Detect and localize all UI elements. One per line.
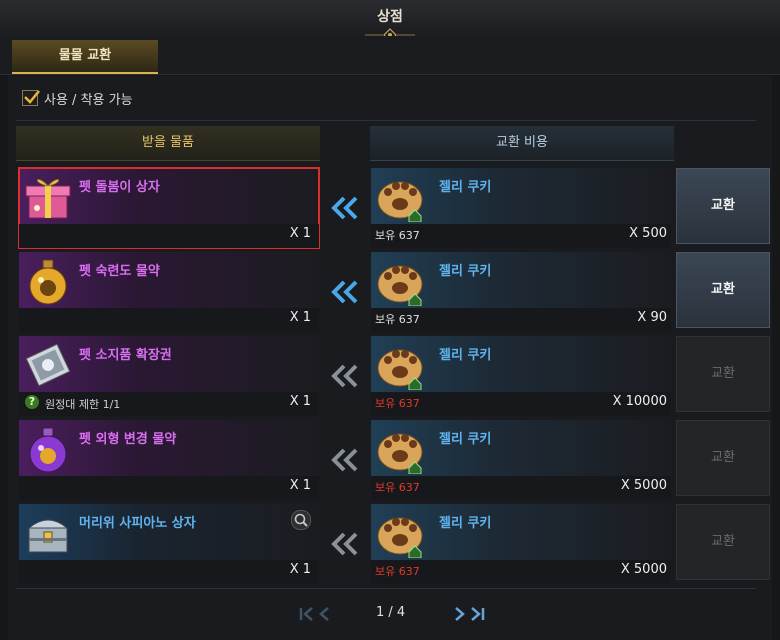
item-name: 머리위 사피아노 상자 [79, 516, 196, 531]
jelly-cookie-icon [377, 265, 423, 306]
jelly-cookie-icon [377, 349, 423, 390]
trade-row: 머리위 사피아노 상자 X 1 젤리 쿠키 보유 637 X 5000 교환 [0, 504, 780, 584]
exchange-button[interactable]: 교환 [676, 420, 770, 496]
item-quantity: X 1 [289, 562, 311, 577]
cost-quantity: X 5000 [620, 562, 667, 577]
checkmark-icon [24, 90, 40, 104]
cost-item-name: 젤리 쿠키 [439, 432, 492, 447]
cost-slot[interactable]: 젤리 쿠키 보유 637 X 10000 [371, 336, 671, 416]
tab-barter[interactable]: 물물 교환 [12, 40, 158, 74]
item-slot[interactable]: 펫 소지품 확장권 ? 원정대 제한 1/1 X 1 [19, 336, 319, 416]
exchange-button[interactable]: 교환 [676, 504, 770, 580]
jelly-cookie-icon [377, 517, 423, 558]
help-icon[interactable]: ? [25, 395, 39, 409]
cost-slot[interactable]: 젤리 쿠키 보유 637 X 5000 [371, 420, 671, 500]
cost-column-header: 교환 비용 [370, 126, 674, 161]
magnifier-icon [294, 513, 308, 527]
cost-slot[interactable]: 젤리 쿠키 보유 637 X 5000 [371, 504, 671, 584]
cost-quantity: X 5000 [620, 478, 667, 493]
double-chevron-left-icon [331, 532, 358, 556]
tab-bar: 물물 교환 [0, 36, 780, 75]
double-chevron-left-icon [331, 280, 358, 304]
owned-count: 보유 637 [375, 397, 420, 410]
cost-item-name: 젤리 쿠키 [439, 348, 492, 363]
owned-count: 보유 637 [375, 229, 420, 242]
preview-button[interactable] [291, 510, 311, 530]
usable-filter-checkbox[interactable] [22, 90, 40, 106]
cost-quantity: X 90 [637, 310, 667, 325]
item-quantity: X 1 [289, 226, 311, 241]
double-chevron-left-icon [331, 196, 358, 220]
jelly-cookie-icon [377, 433, 423, 474]
item-slot[interactable]: 펫 외형 변경 물약 X 1 [19, 420, 319, 500]
item-name: 펫 숙련도 물약 [79, 264, 160, 279]
ticket-icon [25, 343, 71, 387]
double-chevron-left-icon [331, 448, 358, 472]
cost-item-name: 젤리 쿠키 [439, 516, 492, 531]
item-footer [19, 224, 319, 248]
item-quantity: X 1 [289, 310, 311, 325]
shop-window: 상점 물물 교환 사용 / 착용 가능 받을 물품 교환 비용 펫 돌봄이 상자… [0, 0, 780, 640]
owned-count: 보유 637 [375, 565, 420, 578]
double-chevron-left-icon [331, 364, 358, 388]
usable-filter-label: 사용 / 착용 가능 [44, 93, 133, 108]
next-page-icon[interactable] [452, 606, 468, 622]
item-footer [19, 560, 319, 584]
potion-icon [29, 427, 67, 473]
gift-box-icon [25, 179, 71, 219]
chest-icon [27, 519, 69, 553]
owned-count: 보유 637 [375, 313, 420, 326]
owned-count: 보유 637 [375, 481, 420, 494]
trade-row: 펫 소지품 확장권 ? 원정대 제한 1/1 X 1 젤리 쿠키 보유 637 … [0, 336, 780, 416]
limit-label: 원정대 제한 1/1 [45, 398, 121, 411]
item-slot[interactable]: 머리위 사피아노 상자 X 1 [19, 504, 319, 584]
item-slot[interactable]: 펫 숙련도 물약 X 1 [19, 252, 319, 332]
item-slot[interactable]: 펫 돌봄이 상자 X 1 [18, 167, 320, 249]
page-indicator: 1 / 4 [376, 605, 406, 620]
last-page-icon[interactable] [468, 606, 486, 622]
cost-slot[interactable]: 젤리 쿠키 보유 637 X 90 [371, 252, 671, 332]
prev-page-icon[interactable] [316, 606, 332, 622]
exchange-button[interactable]: 교환 [676, 168, 770, 244]
trade-row: 펫 돌봄이 상자 X 1 젤리 쿠키 보유 637 X 500 교환 [0, 167, 780, 249]
title-bar: 상점 [0, 0, 780, 42]
item-name: 펫 외형 변경 물약 [79, 432, 177, 447]
pager-divider [16, 588, 756, 589]
jelly-cookie-icon [377, 181, 423, 222]
cost-item-name: 젤리 쿠키 [439, 264, 492, 279]
item-quantity: X 1 [289, 394, 311, 409]
receive-column-header: 받을 물품 [16, 126, 320, 161]
item-name: 펫 소지품 확장권 [79, 348, 172, 363]
item-quantity: X 1 [289, 478, 311, 493]
cost-item-name: 젤리 쿠키 [439, 180, 492, 195]
item-footer [19, 476, 319, 500]
cost-quantity: X 10000 [612, 394, 667, 409]
first-page-icon[interactable] [298, 606, 316, 622]
exchange-button[interactable]: 교환 [676, 336, 770, 412]
divider [16, 120, 756, 121]
item-footer [19, 308, 319, 332]
trade-row: 펫 외형 변경 물약 X 1 젤리 쿠키 보유 637 X 5000 교환 [0, 420, 780, 500]
cost-quantity: X 500 [629, 226, 667, 241]
trade-row: 펫 숙련도 물약 X 1 젤리 쿠키 보유 637 X 90 교환 [0, 252, 780, 332]
cost-slot[interactable]: 젤리 쿠키 보유 637 X 500 [371, 168, 671, 248]
item-name: 펫 돌봄이 상자 [79, 180, 160, 195]
exchange-button[interactable]: 교환 [676, 252, 770, 328]
potion-icon [29, 259, 67, 305]
